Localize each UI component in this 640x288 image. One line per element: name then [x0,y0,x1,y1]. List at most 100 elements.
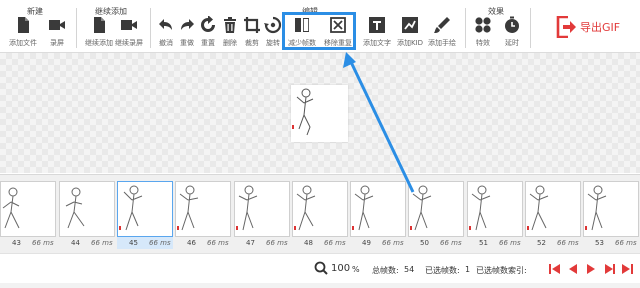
previous-frame-icon[interactable] [566,262,580,276]
frame-thumbnail[interactable]: 44 66 ms [59,181,115,251]
effects-icon [475,17,491,33]
frame-duration: 66 ms [440,239,462,247]
add-handwriting-label: 添加手绘 [428,39,456,47]
first-frame-icon[interactable] [548,262,562,276]
frame-thumbnail[interactable]: 50 66 ms [408,181,464,251]
frame-number: 45 [129,239,138,247]
frame-image [0,181,56,237]
frame-thumbnail[interactable]: 45 66 ms [117,181,173,251]
frame-thumbnail[interactable]: 48 66 ms [292,181,348,251]
frame-number: 44 [71,239,80,247]
total-frames-label: 总帧数: [372,266,399,275]
continue-add-label: 继续添加 [85,39,113,47]
selected-frames-value: 1 [465,265,471,274]
toolbar-divider [530,8,531,48]
continue-record-label: 继续录屏 [115,39,143,47]
zoom-unit: % [352,265,360,274]
continue-add-button[interactable]: 继续添加 [84,16,114,48]
frame-number: 50 [420,239,429,247]
crop-label: 裁剪 [245,39,259,47]
stick-figure-image [236,185,258,231]
frame-image [234,181,290,237]
highlight-box [282,12,356,50]
add-kid-button[interactable]: 添加KID [395,16,425,48]
frame-thumbnail[interactable]: 52 66 ms [525,181,581,251]
timing-button[interactable]: 延时 [497,16,527,48]
stick-figure-image [352,185,374,231]
frame-thumbnail[interactable]: 49 66 ms [350,181,406,251]
add-file-button[interactable]: 添加文件 [8,16,38,48]
next-frame-icon[interactable] [602,262,616,276]
export-gif-button[interactable]: 导出GIF [552,12,636,42]
frame-image [350,181,406,237]
continue-record-button[interactable]: 继续录屏 [114,16,144,48]
rotate-label: 旋转 [266,39,280,47]
frame-thumbnail[interactable]: 43 66 ms [0,181,56,251]
export-icon [556,16,576,38]
delete-label: 删除 [223,39,237,47]
frame-image [175,181,231,237]
preview-frame [291,85,348,142]
frame-thumbnail[interactable]: 53 66 ms [583,181,639,251]
total-frames-value: 54 [404,265,415,274]
toolbar-divider [76,8,77,48]
bottom-strip [0,283,640,288]
video-camera-icon [121,20,137,30]
effects-label: 特效 [476,39,490,47]
frame-duration: 66 ms [499,239,521,247]
effects-button[interactable]: 特效 [468,16,498,48]
frame-duration: 66 ms [91,239,113,247]
frame-number: 53 [595,239,604,247]
frame-number: 51 [479,239,488,247]
frame-number: 47 [246,239,255,247]
zoom-icon[interactable] [314,261,328,275]
record-screen-label: 录屏 [50,39,64,47]
stick-figure-image [585,185,607,231]
frame-thumbnail[interactable]: 46 66 ms [175,181,231,251]
frame-duration: 66 ms [32,239,54,247]
add-text-button[interactable]: 添加文字 [362,16,392,48]
play-icon[interactable] [584,262,598,276]
zoom-value[interactable]: 100 [331,263,350,274]
stick-figure-image [527,185,549,231]
frame-duration: 66 ms [207,239,229,247]
export-gif-label: 导出GIF [580,21,621,34]
add-handwriting-button[interactable]: 添加手绘 [427,16,457,48]
frame-image [408,181,464,237]
frame-image [59,181,115,237]
toolbar: 新建 继续添加 编辑 效果 添加文件 录屏 继续添加 继续录屏 撤消 重做 重置… [0,0,640,53]
frame-number: 43 [12,239,21,247]
brush-icon [434,17,450,33]
frame-number: 46 [187,239,196,247]
sticker-icon [402,17,418,33]
last-frame-icon[interactable] [620,262,634,276]
reset-label: 重置 [201,39,215,47]
frame-thumbnail[interactable]: 51 66 ms [467,181,523,251]
frame-image [467,181,523,237]
stick-figure-image [292,88,314,136]
redo-label: 重做 [180,39,194,47]
frame-image [292,181,348,237]
frame-duration: 66 ms [382,239,404,247]
frame-image [583,181,639,237]
status-bar: 100 % 总帧数: 54 已选帧数: 1 已选帧数索引: [0,253,640,284]
file-icon [18,17,29,33]
filmstrip: 43 66 ms 44 66 ms 45 66 ms 46 66 ms 47 6… [0,174,640,253]
frame-image [525,181,581,237]
frame-number: 48 [304,239,313,247]
undo-label: 撤消 [159,39,173,47]
add-kid-label: 添加KID [396,39,424,47]
text-icon [369,17,385,33]
frame-number: 49 [362,239,371,247]
frame-thumbnail[interactable]: 47 66 ms [234,181,290,251]
record-screen-button[interactable]: 录屏 [42,16,72,48]
stick-figure-image [2,187,20,229]
rotate-icon [264,16,282,34]
stick-figure-image [410,185,432,231]
stick-figure-image [294,185,316,231]
stick-figure-image [119,185,143,231]
video-camera-icon [49,20,65,30]
toolbar-divider [465,8,466,48]
stick-figure-image [65,187,85,229]
frame-duration: 66 ms [149,239,171,247]
